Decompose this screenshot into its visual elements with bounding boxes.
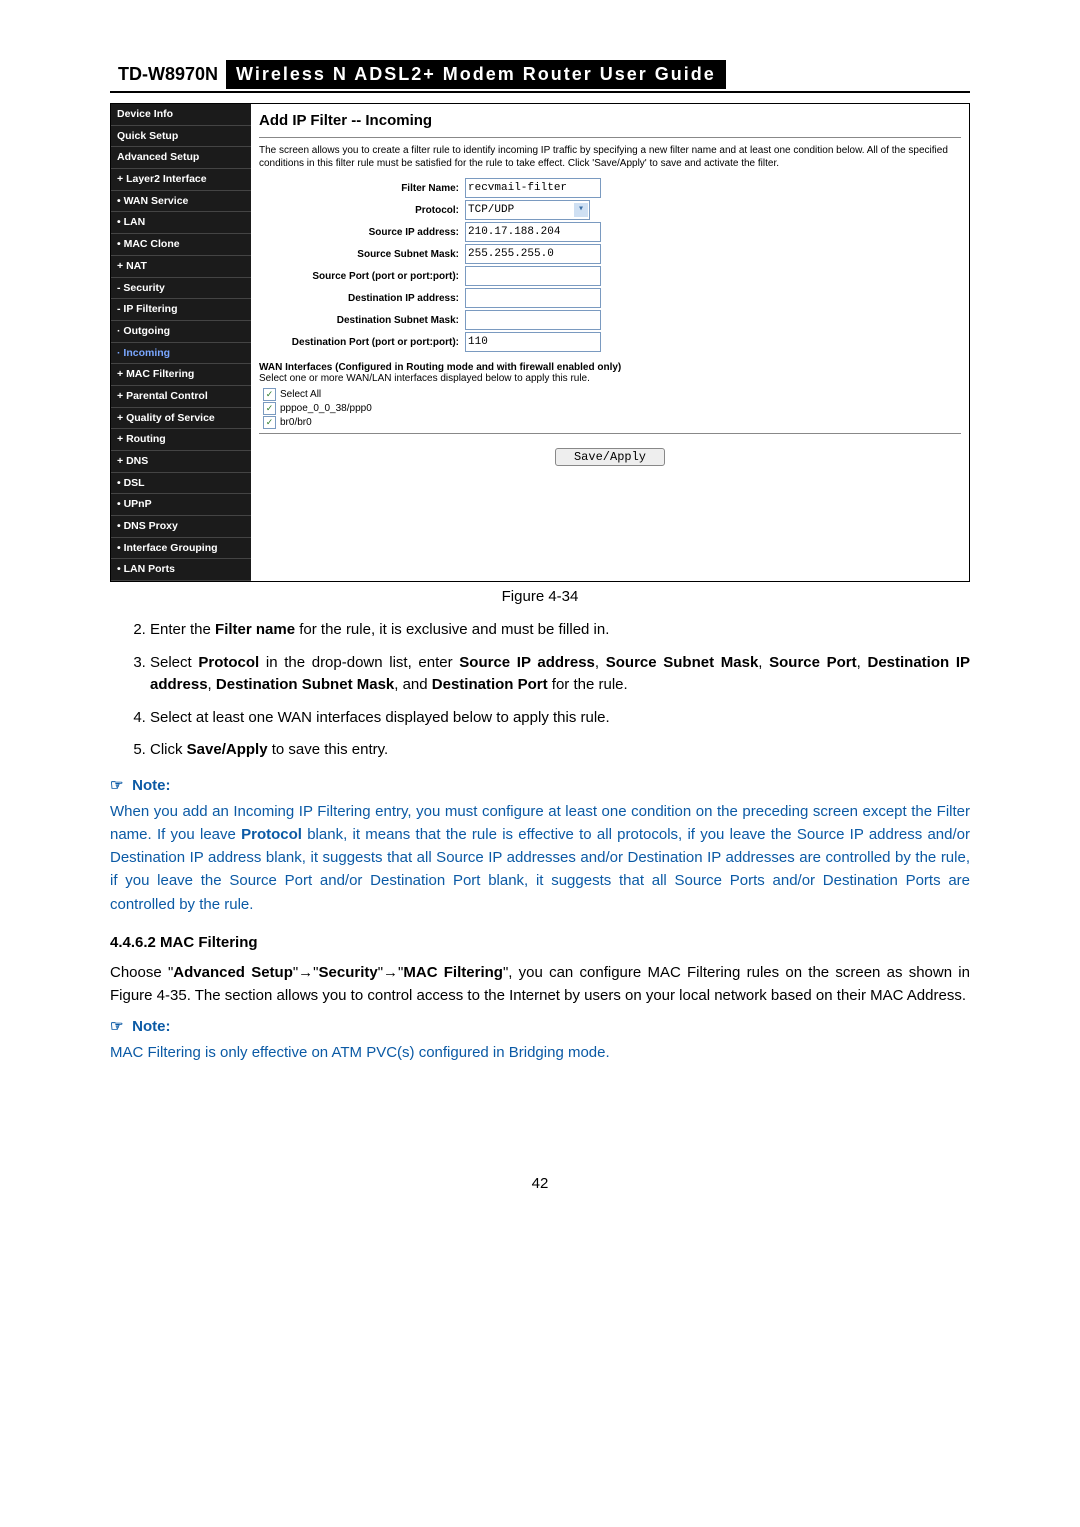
nav-item[interactable]: MAC Clone [111,234,251,256]
chevron-down-icon: ▾ [574,203,588,217]
dest-ip-label: Destination IP address: [259,293,465,304]
checkbox[interactable]: ✓ [263,416,276,429]
nav-item[interactable]: DNS [111,451,251,473]
dest-mask-input[interactable] [465,310,601,330]
section-heading: 4.4.6.2 MAC Filtering [110,934,970,951]
save-apply-button[interactable]: Save/Apply [555,448,665,466]
checkbox-row: ✓ br0/br0 [263,416,961,429]
nav-item[interactable]: NAT [111,256,251,278]
page-header: TD-W8970N Wireless N ADSL2+ Modem Router… [110,60,970,93]
note-heading: ☞ Note: [110,1017,970,1035]
filter-name-label: Filter Name: [259,183,465,194]
divider [259,137,961,138]
router-content: Add IP Filter -- Incoming The screen all… [251,104,969,581]
page-number: 42 [110,1175,970,1192]
nav-item[interactable]: Outgoing [111,321,251,343]
source-mask-label: Source Subnet Mask: [259,249,465,260]
nav-item[interactable]: Device Info [111,104,251,126]
pointing-hand-icon: ☞ [110,1017,128,1035]
nav-item[interactable]: WAN Service [111,191,251,213]
source-mask-input[interactable] [465,244,601,264]
source-ip-input[interactable] [465,222,601,242]
nav-item[interactable]: Quick Setup [111,126,251,148]
checkbox-row: ✓ pppoe_0_0_38/ppp0 [263,402,961,415]
nav-item[interactable]: Advanced Setup [111,147,251,169]
protocol-select[interactable]: TCP/UDP ▾ [465,200,590,220]
step-5: Click Save/Apply to save this entry. [150,739,970,762]
figure-label: Figure 4-34 [110,588,970,605]
nav-item[interactable]: LAN [111,212,251,234]
checkbox-row: ✓ Select All [263,388,961,401]
checkbox[interactable]: ✓ [263,388,276,401]
checkbox[interactable]: ✓ [263,402,276,415]
nav-item[interactable]: MAC Filtering [111,364,251,386]
divider [259,433,961,434]
note-body: When you add an Incoming IP Filtering en… [110,800,970,916]
checkbox-label: Select All [280,389,321,400]
model-number: TD-W8970N [110,60,226,89]
nav-item[interactable]: DSL [111,473,251,495]
pointing-hand-icon: ☞ [110,776,128,794]
dest-mask-label: Destination Subnet Mask: [259,315,465,326]
nav-item[interactable]: Incoming [111,343,251,365]
wan-title: WAN Interfaces (Configured in Routing mo… [259,362,961,373]
checkbox-label: br0/br0 [280,417,312,428]
note-heading: ☞ Note: [110,776,970,794]
step-2: Enter the Filter name for the rule, it i… [150,619,970,642]
step-4: Select at least one WAN interfaces displ… [150,707,970,730]
nav-item[interactable]: UPnP [111,494,251,516]
step-3: Select Protocol in the drop-down list, e… [150,652,970,697]
checkbox-label: pppoe_0_0_38/ppp0 [280,403,372,414]
nav-item[interactable]: IP Filtering [111,299,251,321]
router-nav: Device InfoQuick SetupAdvanced SetupLaye… [111,104,251,581]
nav-item[interactable]: Layer2 Interface [111,169,251,191]
filter-name-input[interactable] [465,178,601,198]
protocol-label: Protocol: [259,205,465,216]
nav-item[interactable]: DNS Proxy [111,516,251,538]
dest-ip-input[interactable] [465,288,601,308]
nav-item[interactable]: LAN Ports [111,559,251,581]
steps-list: Enter the Filter name for the rule, it i… [110,619,970,762]
nav-item[interactable]: Routing [111,429,251,451]
source-port-input[interactable] [465,266,601,286]
nav-item[interactable]: Interface Grouping [111,538,251,560]
form-description: The screen allows you to create a filter… [259,144,961,170]
dest-port-input[interactable] [465,332,601,352]
source-ip-label: Source IP address: [259,227,465,238]
nav-item[interactable]: Quality of Service [111,408,251,430]
note-body: MAC Filtering is only effective on ATM P… [110,1041,970,1064]
protocol-value: TCP/UDP [468,204,514,216]
nav-item[interactable]: Parental Control [111,386,251,408]
source-port-label: Source Port (port or port:port): [259,271,465,282]
doc-title: Wireless N ADSL2+ Modem Router User Guid… [226,60,726,89]
wan-desc: Select one or more WAN/LAN interfaces di… [259,373,961,384]
router-screenshot: Device InfoQuick SetupAdvanced SetupLaye… [110,103,970,582]
section-paragraph: Choose "Advanced Setup"→"Security"→"MAC … [110,961,970,1008]
form-heading: Add IP Filter -- Incoming [259,112,961,129]
nav-item[interactable]: Security [111,278,251,300]
dest-port-label: Destination Port (port or port:port): [259,337,465,348]
